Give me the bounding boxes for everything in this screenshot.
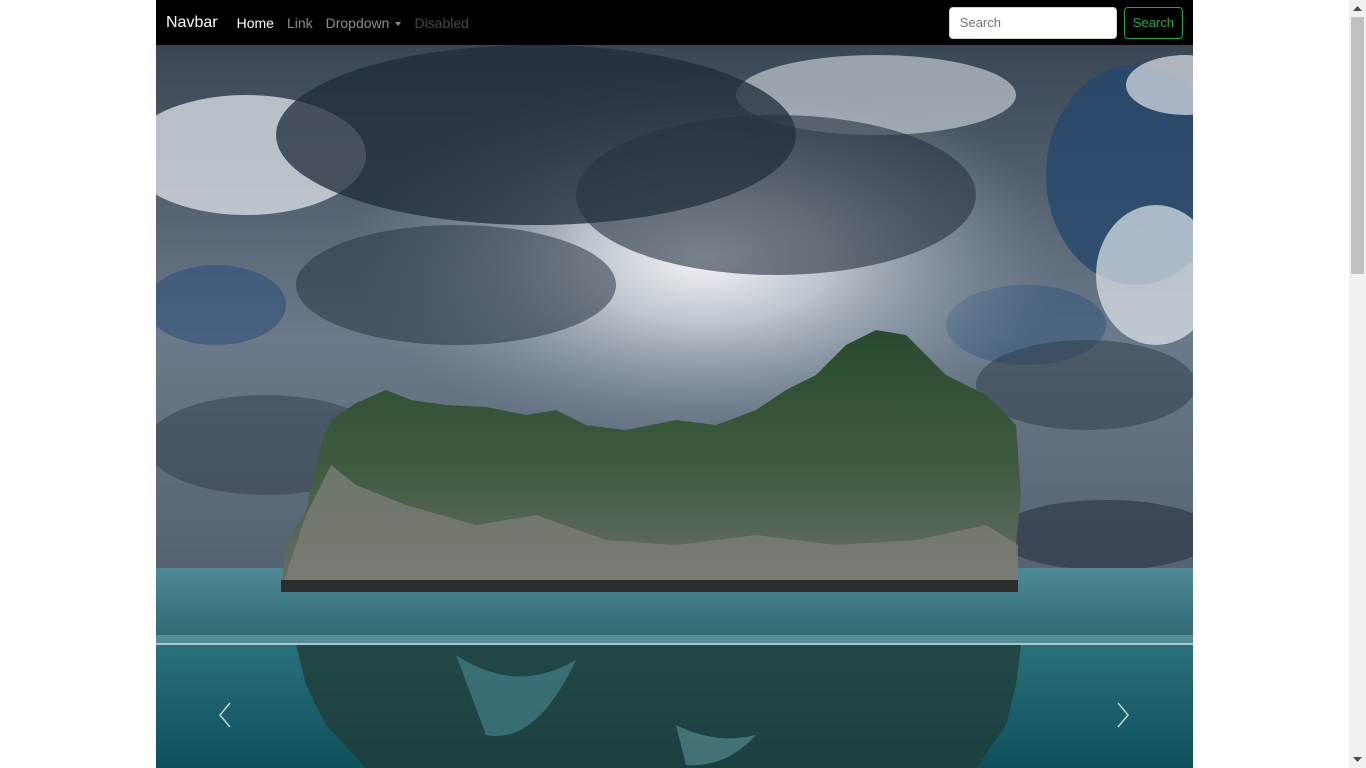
carousel-prev-button[interactable] (210, 685, 240, 745)
search-form: Search (948, 6, 1183, 39)
page: Navbar Home Link Dropdown Disabled Searc… (0, 0, 1366, 768)
navbar: Navbar Home Link Dropdown Disabled Searc… (156, 0, 1193, 45)
caret-down-icon (395, 21, 402, 26)
navbar-brand[interactable]: Navbar (166, 14, 218, 32)
carousel-slide-image (156, 45, 1193, 768)
nav-dropdown-toggle[interactable]: Dropdown (326, 15, 402, 31)
nav-link-link[interactable]: Link (287, 15, 313, 31)
scroll-down-arrow-icon[interactable] (1349, 751, 1366, 768)
carousel (156, 45, 1193, 768)
chevron-left-icon (218, 702, 231, 728)
nav-link-disabled: Disabled (414, 14, 469, 31)
search-button[interactable]: Search (1123, 6, 1183, 39)
scroll-up-arrow-icon[interactable] (1349, 0, 1366, 17)
chevron-right-icon (1117, 702, 1130, 728)
vertical-scrollbar[interactable] (1349, 0, 1366, 768)
nav-link-home[interactable]: Home (237, 15, 274, 31)
main-container: Navbar Home Link Dropdown Disabled Searc… (156, 0, 1193, 768)
nav-dropdown-label: Dropdown (325, 14, 390, 31)
scroll-thumb[interactable] (1351, 17, 1364, 274)
carousel-next-button[interactable] (1108, 685, 1138, 745)
search-input[interactable] (948, 6, 1117, 39)
